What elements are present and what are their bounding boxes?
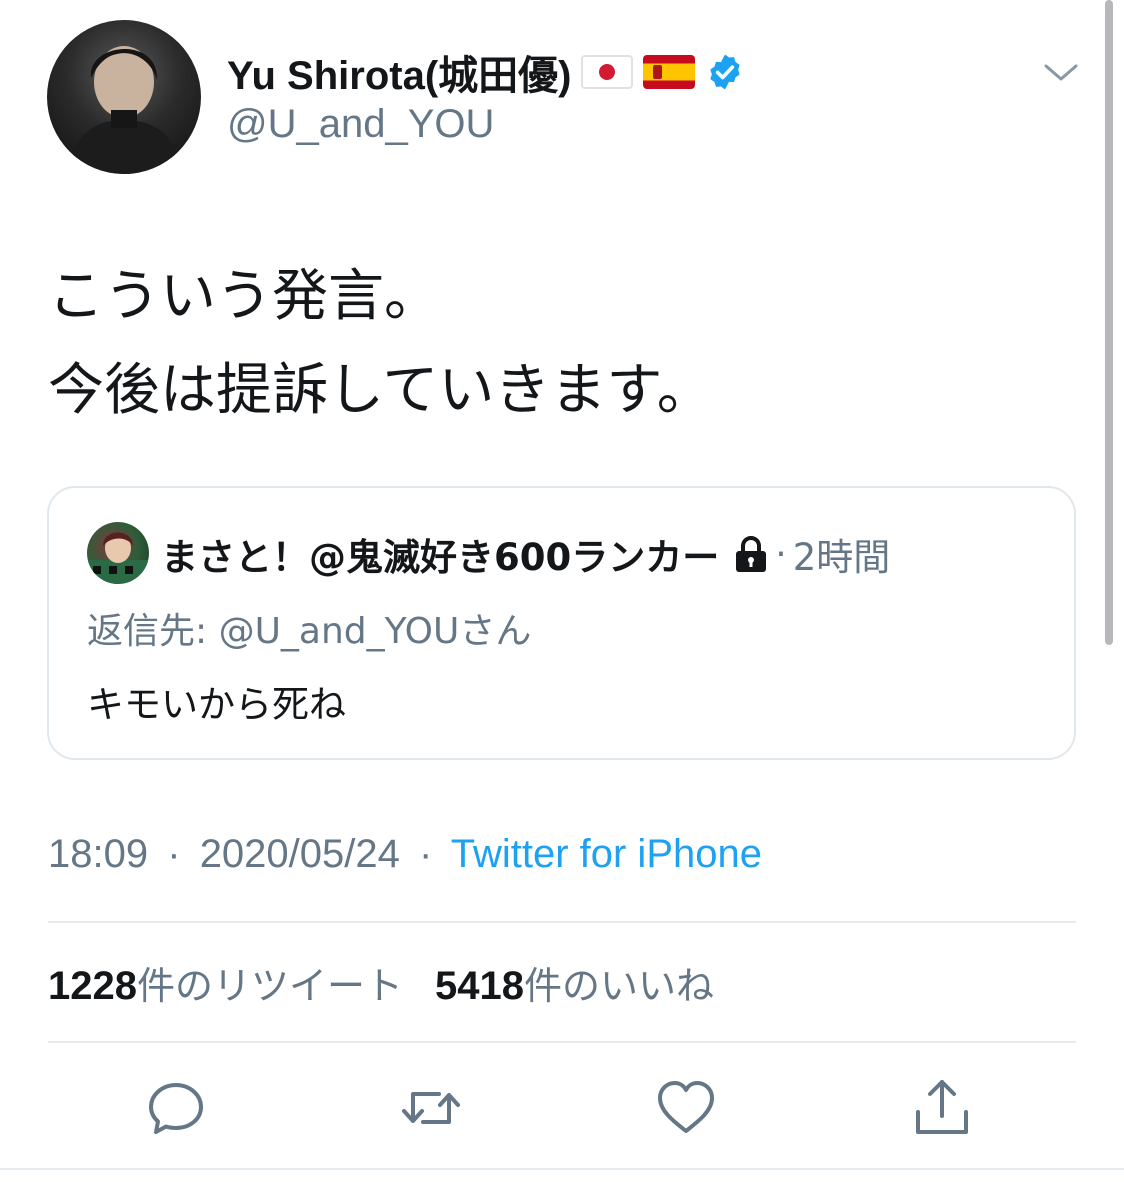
author-name-row[interactable]: Yu Shirota(城田優) <box>227 44 745 100</box>
divider <box>48 1041 1076 1043</box>
author-display-name[interactable]: Yu Shirota(城田優) <box>227 43 571 101</box>
share-button[interactable] <box>910 1076 974 1140</box>
chevron-down-icon[interactable] <box>1043 58 1079 86</box>
like-button[interactable] <box>654 1076 718 1140</box>
avatar-photo <box>67 46 183 174</box>
tweet-text-line-1: こういう発言。 <box>48 264 440 329</box>
meta-separator: · <box>167 832 181 876</box>
tweet-meta: 18:09 · 2020/05/24 · Twitter for iPhone <box>48 832 762 877</box>
retweets-label: 件のリツイート <box>136 963 403 1008</box>
retweet-icon <box>402 1092 460 1124</box>
retweet-button[interactable] <box>399 1076 463 1140</box>
retweets-count: 1228 <box>48 963 137 1008</box>
japan-flag-icon <box>581 55 634 89</box>
tweet-time: 18:09 <box>48 832 149 876</box>
tweet-text-line-2: 今後は提訴していきます。 <box>48 358 713 423</box>
lock-icon <box>736 536 767 572</box>
quoted-author-avatar <box>87 522 149 584</box>
tweet-text: こういう発言。 今後は提訴していきます。 <box>48 250 713 438</box>
tweet-detail: Yu Shirota(城田優) @U_and_YOU こういう発言。 今後は提訴… <box>0 0 1124 1182</box>
quoted-timestamp: 2時間 <box>792 536 891 579</box>
quoted-tweet[interactable]: まさと！@鬼滅好き600ランカー · 2時間 返信先: @U_and_YOUさん… <box>47 486 1076 760</box>
likes-label: 件のいいね <box>523 963 714 1008</box>
meta-separator: · <box>419 832 433 876</box>
scrollbar[interactable] <box>1105 0 1113 645</box>
divider <box>0 1168 1124 1170</box>
retweets-stat[interactable]: 1228件のリツイート <box>48 955 403 1010</box>
verified-badge-icon <box>710 54 741 90</box>
share-icon <box>916 1080 968 1134</box>
spain-flag-icon <box>643 55 696 89</box>
likes-count: 5418 <box>435 963 524 1008</box>
tweet-source-link[interactable]: Twitter for iPhone <box>451 832 762 876</box>
reply-button[interactable] <box>144 1076 208 1140</box>
quoted-author-name[interactable]: まさと！@鬼滅好き600ランカー <box>161 527 719 581</box>
quoted-header: まさと！@鬼滅好き600ランカー · 2時間 <box>161 526 890 582</box>
likes-stat[interactable]: 5418件のいいね <box>435 955 714 1010</box>
tweet-stats: 1228件のリツイート 5418件のいいね <box>48 952 714 1012</box>
quoted-separator: · <box>775 533 787 575</box>
like-icon <box>658 1081 714 1133</box>
tweet-date: 2020/05/24 <box>199 832 400 876</box>
quoted-avatar-image <box>87 532 149 584</box>
reply-icon <box>149 1083 203 1134</box>
author-handle[interactable]: @U_and_YOU <box>227 102 494 147</box>
quoted-text: キモいから死ね <box>87 683 346 726</box>
divider <box>48 921 1076 923</box>
author-avatar[interactable] <box>47 20 201 174</box>
quoted-reply-to: 返信先: @U_and_YOUさん <box>87 611 532 652</box>
